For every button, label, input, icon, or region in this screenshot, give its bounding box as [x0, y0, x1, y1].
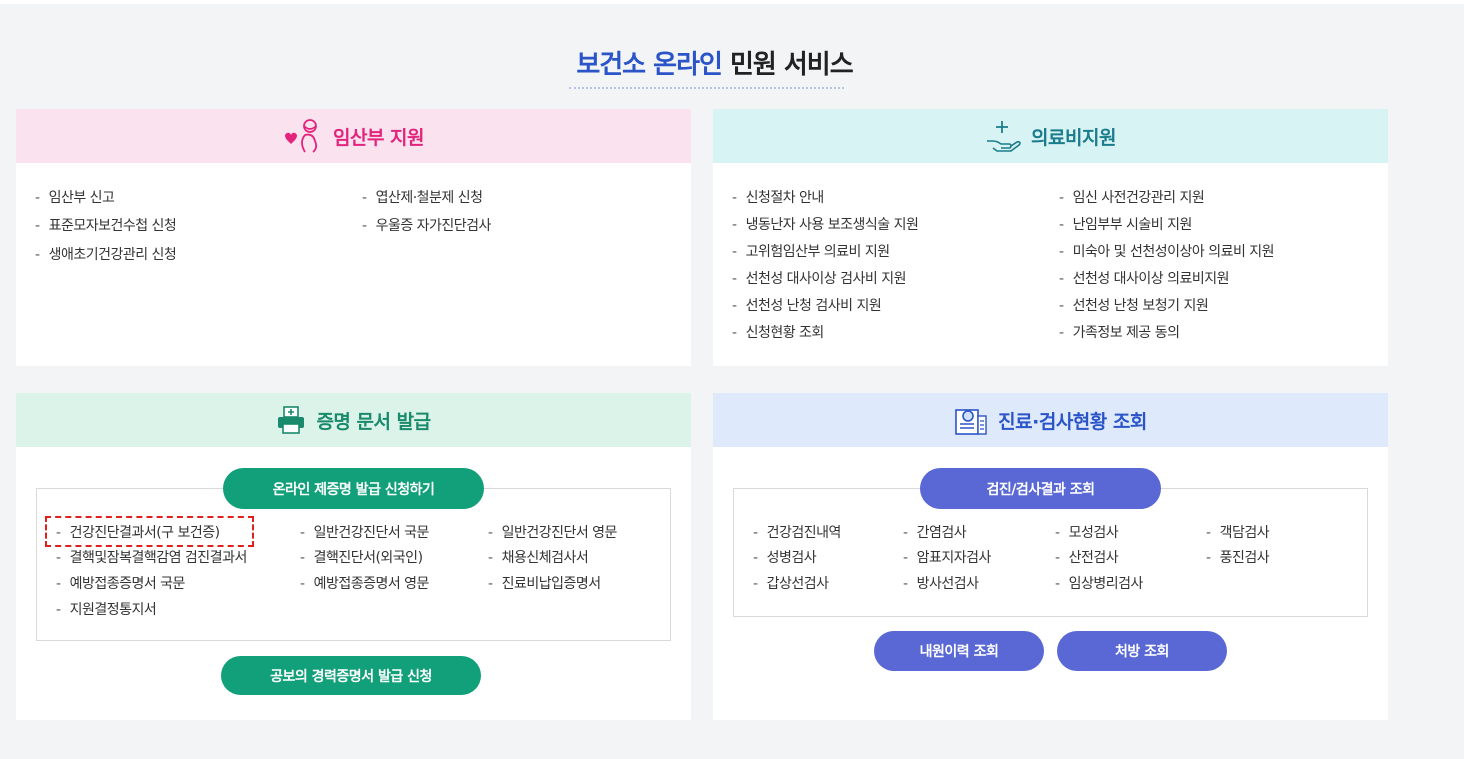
- cert-item-support-decision[interactable]: 지원결정통지서: [56, 599, 157, 619]
- pregnancy-panel-title: 임산부 지원: [332, 126, 425, 149]
- certificates-panel-header: 증명 문서 발급: [16, 393, 691, 447]
- page-title-highlight: 보건소 온라인: [576, 50, 723, 80]
- top-strip: [0, 0, 1464, 4]
- cert-item-payment[interactable]: 진료비납입증명서: [488, 573, 602, 593]
- pregnancy-item-early-care[interactable]: 생애초기건강관리 신청: [35, 244, 177, 264]
- printer-icon: [276, 405, 306, 435]
- pregnancy-item-depression-test[interactable]: 우울증 자가진단검사: [362, 215, 492, 235]
- inquiry-item-health-checkup[interactable]: 건강검진내역: [753, 522, 842, 542]
- cert-item-general-kr[interactable]: 일반건강진단서 국문: [300, 522, 430, 542]
- inquiry-item-hepatitis[interactable]: 간염검사: [903, 522, 967, 542]
- visit-history-button[interactable]: 내원이력 조회: [874, 631, 1044, 671]
- medical-item-family-consent[interactable]: 가족정보 제공 동의: [1059, 322, 1180, 342]
- highlight-marker: [45, 516, 254, 547]
- medical-item-infertility[interactable]: 난임부부 시술비 지원: [1059, 214, 1193, 234]
- exam-results-button[interactable]: 검진/검사결과 조회: [920, 468, 1161, 509]
- document-search-icon: [954, 404, 988, 436]
- prescription-button[interactable]: 처방 조회: [1057, 631, 1227, 671]
- medical-item-frozen-egg[interactable]: 냉동난자 사용 보조생식술 지원: [732, 214, 919, 234]
- medical-item-hearing-test[interactable]: 선천성 난청 검사비 지원: [732, 295, 882, 315]
- inquiry-item-clinical-pathology[interactable]: 임상병리검사: [1055, 573, 1144, 593]
- pregnancy-item-registration[interactable]: 임산부 신고: [35, 187, 115, 207]
- inquiry-item-radiology[interactable]: 방사선검사: [903, 573, 979, 593]
- inquiry-item-maternal[interactable]: 모성검사: [1055, 522, 1119, 542]
- cert-item-vaccination-en[interactable]: 예방접종증명서 영문: [300, 573, 430, 593]
- inquiry-item-std[interactable]: 성병검사: [753, 547, 817, 567]
- inquiry-item-sputum[interactable]: 객담검사: [1206, 522, 1270, 542]
- medical-support-panel-title: 의료비지원: [1031, 126, 1116, 149]
- medical-item-high-risk[interactable]: 고위험임산부 의료비 지원: [732, 241, 891, 261]
- cert-item-tb-screening[interactable]: 결핵및잠복결핵감염 검진결과서: [56, 547, 248, 567]
- cert-item-general-en[interactable]: 일반건강진단서 영문: [488, 522, 618, 542]
- cert-item-employment-exam[interactable]: 채용신체검사서: [488, 547, 589, 567]
- pregnant-woman-heart-icon: [283, 118, 323, 154]
- medical-item-preconception[interactable]: 임신 사전건강관리 지원: [1059, 187, 1205, 207]
- medical-item-procedure[interactable]: 신청절차 안내: [732, 187, 825, 207]
- page-title: 보건소 온라인 민원 서비스: [0, 44, 1429, 81]
- page-title-rest: 민원 서비스: [729, 50, 854, 80]
- title-underline: [569, 87, 844, 89]
- online-certificate-apply-button[interactable]: 온라인 제증명 발급 신청하기: [223, 468, 484, 509]
- certificates-panel-title: 증명 문서 발급: [316, 410, 431, 433]
- inquiry-panel-header: 진료·검사현황 조회: [713, 393, 1388, 447]
- career-certificate-apply-button[interactable]: 공보의 경력증명서 발급 신청: [221, 656, 481, 695]
- pregnancy-panel: 임산부 지원: [16, 109, 691, 366]
- medical-item-metabolic-cost[interactable]: 선천성 대사이상 의료비지원: [1059, 268, 1230, 288]
- medical-item-premature[interactable]: 미숙아 및 선천성이상아 의료비 지원: [1059, 241, 1275, 261]
- medical-item-hearing-aid[interactable]: 선천성 난청 보청기 지원: [1059, 295, 1209, 315]
- cert-item-vaccination-kr[interactable]: 예방접종증명서 국문: [56, 573, 186, 593]
- cert-item-tb-foreigner[interactable]: 결핵진단서(외국인): [300, 547, 423, 567]
- pregnancy-item-handbook[interactable]: 표준모자보건수첩 신청: [35, 215, 177, 235]
- medical-support-panel-header: 의료비지원: [713, 109, 1388, 163]
- inquiry-item-rubella[interactable]: 풍진검사: [1206, 547, 1270, 567]
- pregnancy-panel-header: 임산부 지원: [16, 109, 691, 163]
- inquiry-item-tumor-marker[interactable]: 암표지자검사: [903, 547, 992, 567]
- inquiry-panel-title: 진료·검사현황 조회: [998, 410, 1147, 433]
- inquiry-item-prenatal[interactable]: 산전검사: [1055, 547, 1119, 567]
- inquiry-item-thyroid[interactable]: 갑상선검사: [753, 573, 829, 593]
- medical-item-metabolic-test[interactable]: 선천성 대사이상 검사비 지원: [732, 268, 907, 288]
- hand-plus-icon: [985, 119, 1021, 153]
- pregnancy-item-folic-iron[interactable]: 엽산제·철분제 신청: [362, 187, 483, 207]
- medical-item-status[interactable]: 신청현황 조회: [732, 322, 825, 342]
